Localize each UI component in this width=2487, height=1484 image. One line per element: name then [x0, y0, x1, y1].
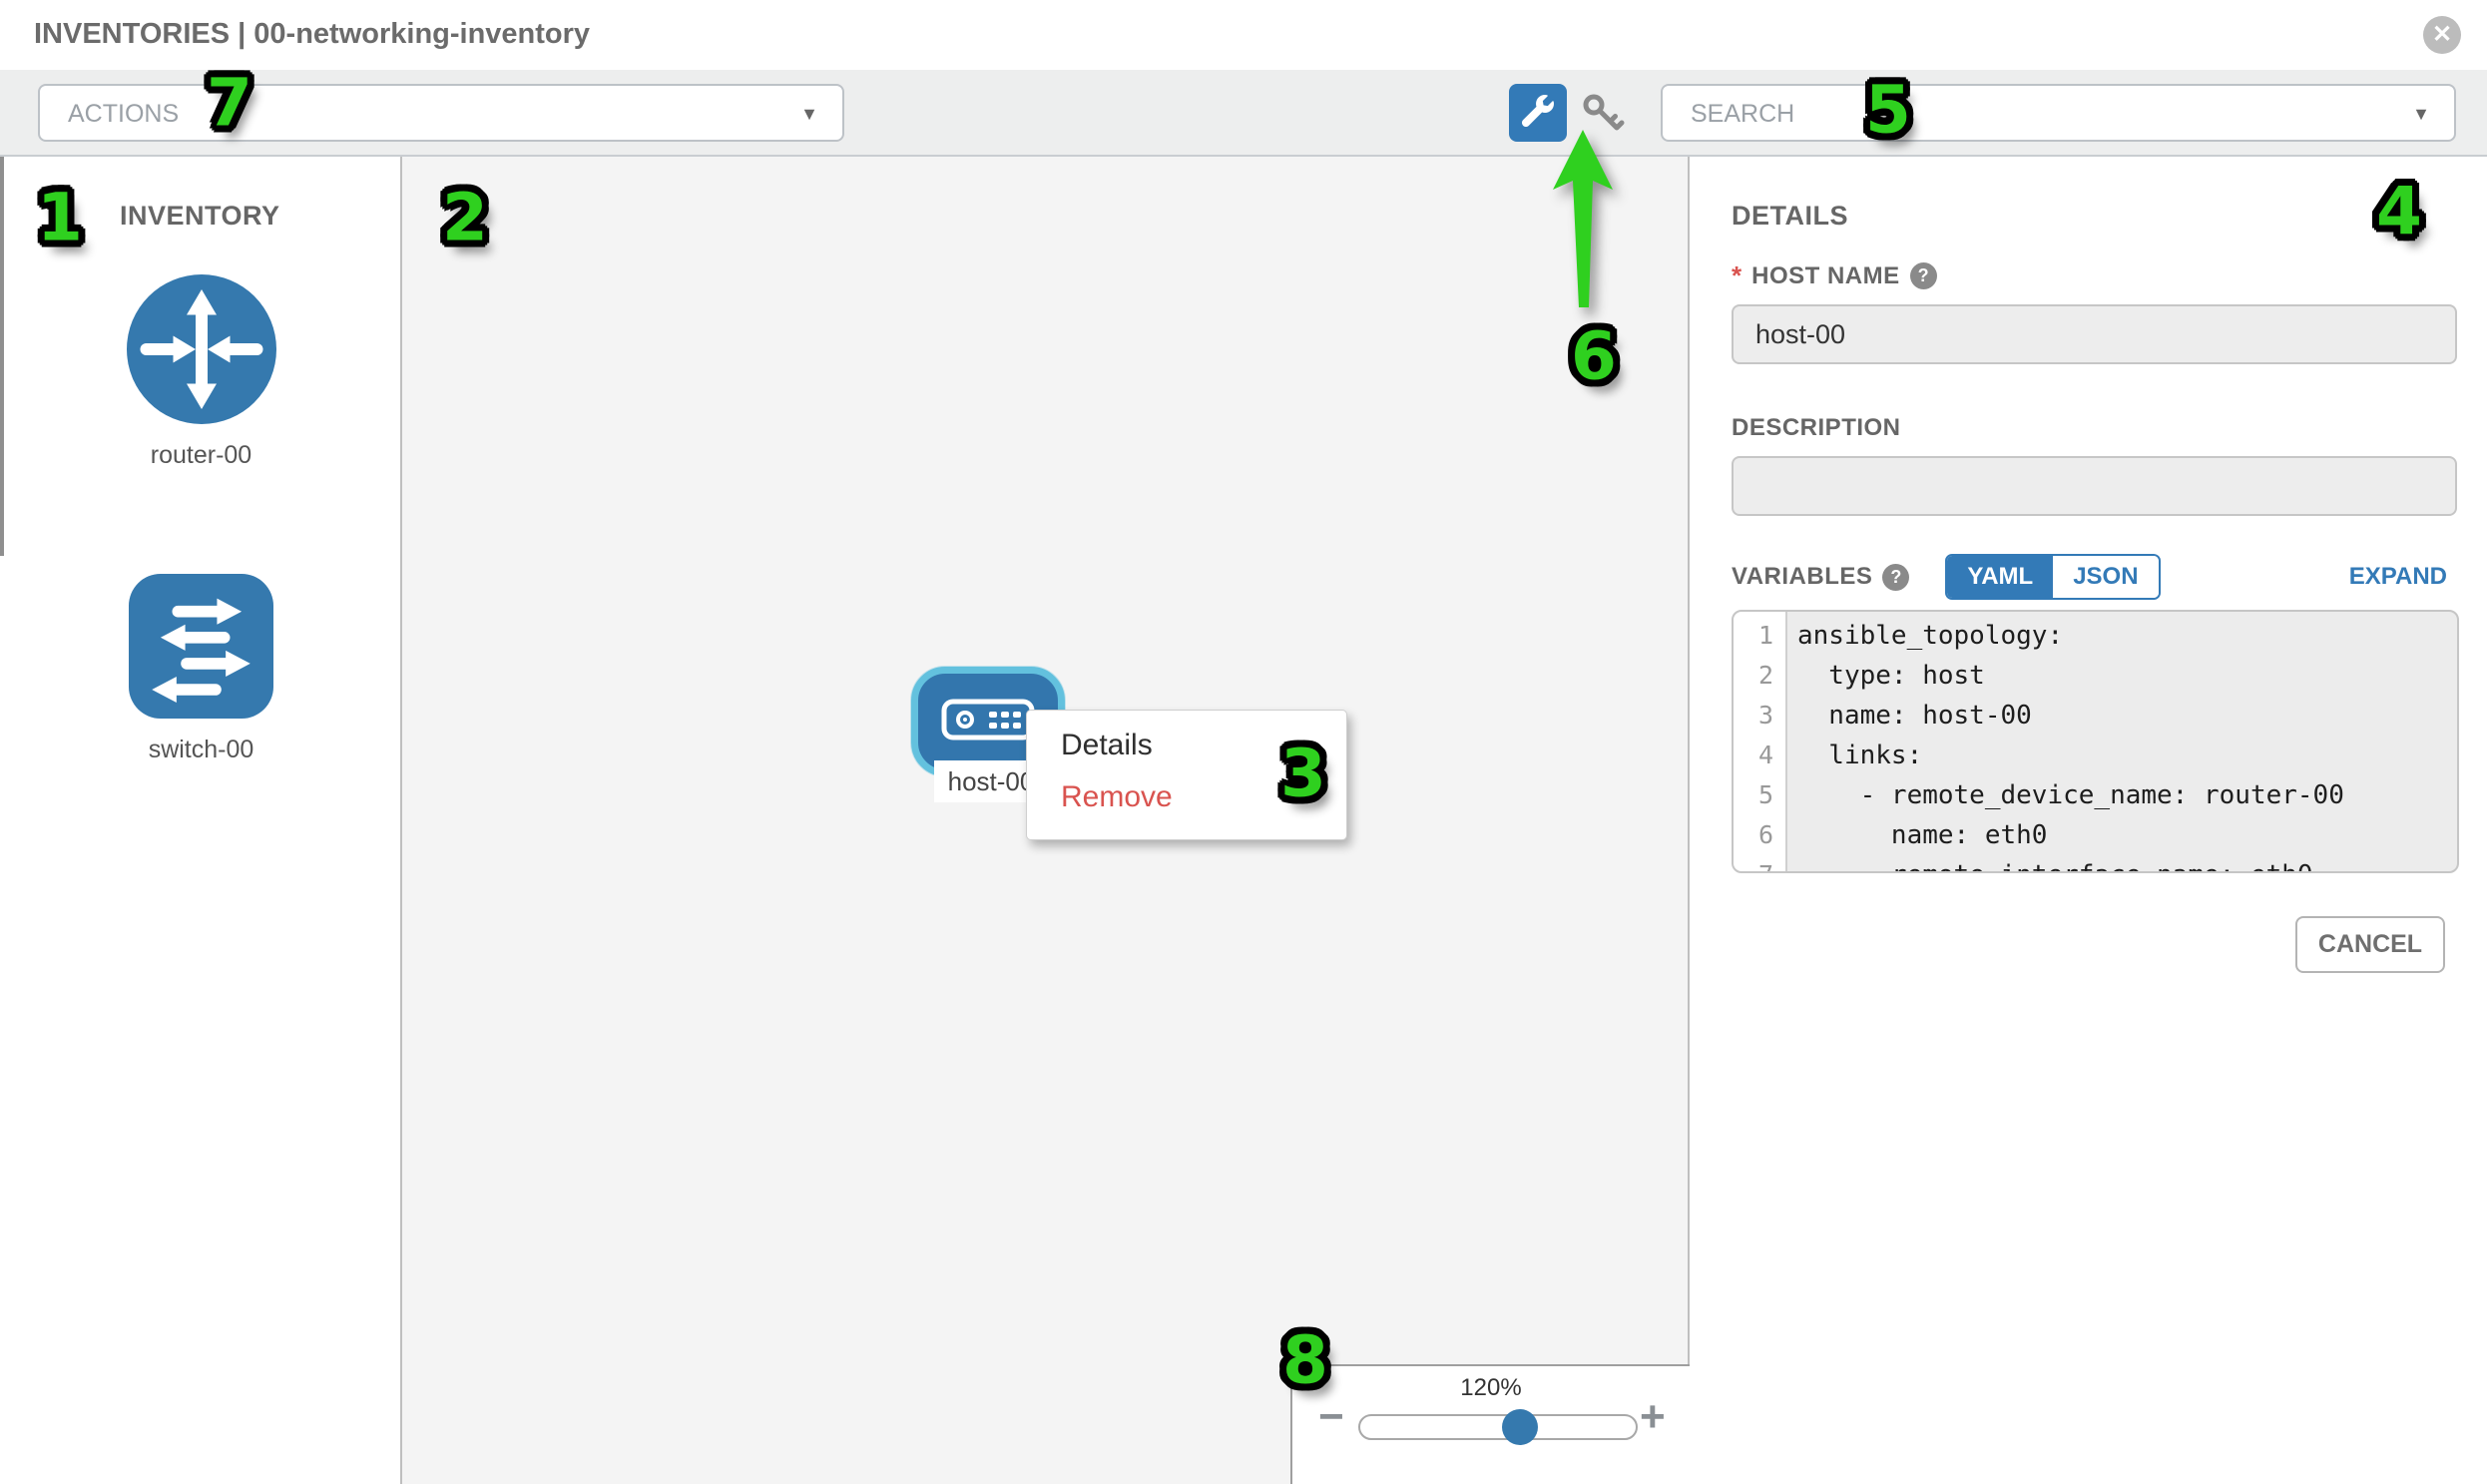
code-line: 5 - remote_device_name: router-00 [1734, 775, 2457, 815]
zoom-out-button[interactable]: − [1318, 1392, 1344, 1442]
app-header: INVENTORIES | 00-networking-inventory ✕ [0, 0, 2487, 70]
chevron-down-icon: ▼ [2412, 104, 2430, 125]
palette-item-switch[interactable]: switch-00 [0, 574, 402, 764]
menu-item-details[interactable]: Details [1061, 729, 1153, 762]
host-name-label: HOST NAME [1751, 262, 1900, 290]
expand-link[interactable]: EXPAND [2349, 563, 2447, 591]
actions-dropdown[interactable]: ACTIONS ▼ [38, 84, 844, 142]
line-text: ansible_topology: [1785, 616, 2063, 656]
zoom-slider-thumb[interactable] [1502, 1409, 1538, 1445]
zoom-control-panel: 120% − + [1290, 1364, 1690, 1484]
details-panel-title: DETAILS [1732, 201, 1848, 232]
code-line: 7 remote_interface_name: eth0 [1734, 855, 2457, 873]
toggle-yaml[interactable]: YAML [1947, 556, 2053, 598]
annotation-8: 8 [1282, 1322, 1328, 1399]
line-text: - remote_device_name: router-00 [1785, 775, 2344, 815]
line-text: remote_interface_name: eth0 [1785, 855, 2313, 873]
line-number: 4 [1734, 736, 1785, 775]
variables-code-editor[interactable]: 1 ansible_topology: 2 type: host 3 name:… [1732, 610, 2459, 873]
annotation-1: 1 [37, 180, 83, 256]
zoom-level-value: 120% [1292, 1374, 1690, 1402]
line-text: links: [1785, 736, 1922, 775]
variables-row: VARIABLES ? YAML JSON EXPAND [1732, 554, 2447, 600]
variables-label: VARIABLES [1732, 563, 1872, 591]
menu-item-remove[interactable]: Remove [1061, 780, 1173, 814]
required-marker: * [1732, 260, 1741, 291]
annotation-arrow-up-icon [1551, 128, 1621, 317]
annotation-7: 7 [207, 65, 252, 142]
code-line: 6 name: eth0 [1734, 815, 2457, 855]
line-text: name: eth0 [1785, 815, 2047, 855]
zoom-in-button[interactable]: + [1640, 1392, 1666, 1442]
inventory-topology-screen: INVENTORIES | 00-networking-inventory ✕ … [0, 0, 2487, 1484]
line-number: 1 [1734, 616, 1785, 656]
annotation-3: 3 [1280, 736, 1326, 812]
palette-item-router[interactable]: router-00 [0, 274, 402, 470]
chevron-down-icon: ▼ [800, 104, 818, 125]
router-icon [0, 274, 402, 429]
variables-format-toggle: YAML JSON [1945, 554, 2160, 600]
wrench-icon [1522, 95, 1554, 132]
host-icon [941, 699, 1035, 745]
code-line: 2 type: host [1734, 656, 2457, 696]
search-dropdown-label: SEARCH [1691, 100, 1794, 129]
question-circle-icon[interactable]: ? [1910, 262, 1937, 289]
description-label-row: DESCRIPTION [1732, 414, 1901, 442]
sidebar-title: INVENTORY [120, 201, 280, 232]
host-name-label-row: * HOST NAME ? [1732, 260, 1937, 291]
palette-item-label: router-00 [0, 441, 402, 470]
zoom-slider-track[interactable] [1358, 1414, 1638, 1440]
line-number: 7 [1734, 855, 1785, 873]
question-circle-icon[interactable]: ? [1882, 564, 1909, 591]
annotation-2: 2 [442, 180, 488, 256]
details-panel: DETAILS * HOST NAME ? DESCRIPTION VARIAB… [1692, 157, 2487, 1484]
code-line: 3 name: host-00 [1734, 696, 2457, 736]
cancel-button[interactable]: CANCEL [2295, 916, 2445, 973]
code-line: 1 ansible_topology: [1734, 616, 2457, 656]
search-dropdown[interactable]: SEARCH ▼ [1661, 84, 2456, 142]
page-title: INVENTORIES | 00-networking-inventory [34, 18, 590, 51]
toggle-json[interactable]: JSON [2053, 556, 2158, 598]
line-number: 5 [1734, 775, 1785, 815]
line-text: type: host [1785, 656, 1985, 696]
code-line: 4 links: [1734, 736, 2457, 775]
palette-item-label: switch-00 [0, 736, 402, 764]
inventory-sidebar: INVENTORY router-00 [0, 157, 402, 1484]
line-number: 2 [1734, 656, 1785, 696]
description-label: DESCRIPTION [1732, 414, 1901, 442]
close-icon[interactable]: ✕ [2423, 16, 2461, 54]
toolbar: ACTIONS ▼ SEARCH ▼ [0, 70, 2487, 157]
host-name-input[interactable] [1732, 304, 2457, 364]
switch-icon [0, 574, 402, 724]
line-number: 3 [1734, 696, 1785, 736]
annotation-5: 5 [1865, 72, 1911, 149]
line-text: name: host-00 [1785, 696, 2032, 736]
annotation-6: 6 [1571, 318, 1617, 395]
description-input[interactable] [1732, 456, 2457, 516]
annotation-4: 4 [2376, 174, 2422, 250]
line-number: 6 [1734, 815, 1785, 855]
actions-dropdown-label: ACTIONS [68, 100, 179, 129]
